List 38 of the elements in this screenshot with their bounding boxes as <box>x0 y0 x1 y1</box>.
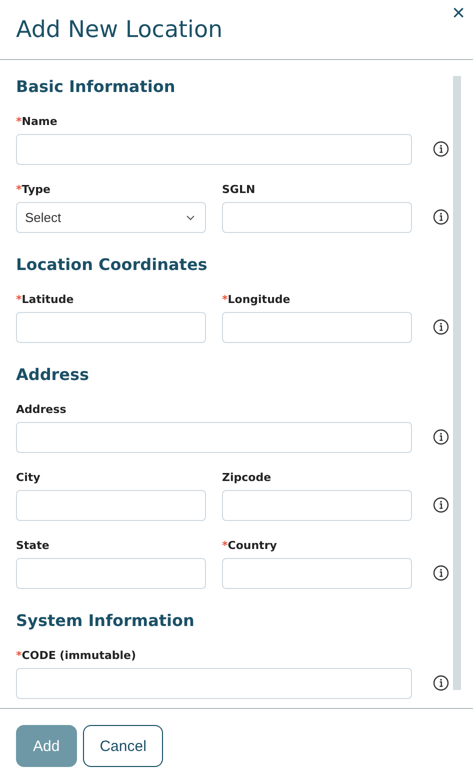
section-title: Address <box>16 364 90 386</box>
dialog-title: Add New Location <box>16 16 223 44</box>
info-icon[interactable] <box>433 675 449 691</box>
input-field[interactable] <box>222 558 412 589</box>
input-field[interactable] <box>222 312 412 343</box>
section-title: Location Coordinates <box>16 254 208 276</box>
field-label: *Country <box>222 538 278 554</box>
chevron-down-icon <box>186 214 195 220</box>
section-title: Basic Information <box>16 76 176 98</box>
input-field[interactable] <box>16 490 206 521</box>
section-title: System Information <box>16 610 196 632</box>
info-icon[interactable] <box>433 141 449 157</box>
input-field[interactable] <box>222 490 412 521</box>
type-select[interactable]: Select <box>16 202 206 233</box>
input-field[interactable] <box>16 668 412 699</box>
field-label: *Longitude <box>222 292 292 308</box>
field-label: *Type <box>16 182 52 198</box>
field-label: *Name <box>16 114 58 130</box>
scrollbar[interactable] <box>453 76 461 690</box>
field-label: City <box>16 470 42 486</box>
field-label: State <box>16 538 50 554</box>
info-icon[interactable] <box>433 319 449 335</box>
field-label: *Latitude <box>16 292 75 308</box>
info-icon[interactable] <box>433 497 449 513</box>
close-button[interactable]: × <box>452 4 465 22</box>
field-label: *CODE (immutable) <box>16 648 138 664</box>
field-label: Zipcode <box>222 470 272 486</box>
input-field[interactable] <box>16 422 412 453</box>
info-icon[interactable] <box>433 429 449 445</box>
info-icon[interactable] <box>433 565 449 581</box>
cancel-button[interactable]: Cancel <box>82 725 164 767</box>
input-field[interactable] <box>16 558 206 589</box>
input-field[interactable] <box>16 312 206 343</box>
field-label: Address <box>16 402 68 418</box>
field-label: SGLN <box>222 182 256 198</box>
input-field[interactable] <box>16 134 412 165</box>
input-field[interactable] <box>222 202 412 233</box>
info-icon[interactable] <box>433 209 449 225</box>
